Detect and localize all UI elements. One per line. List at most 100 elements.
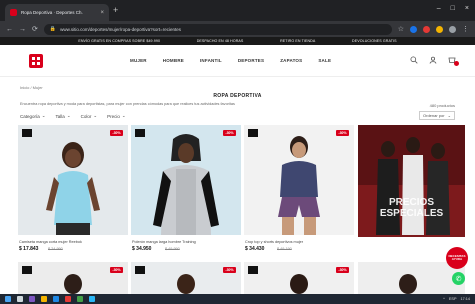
discount-badge: -30% bbox=[223, 130, 236, 136]
main-navigation: MUJER HOMBRE INFANTIL DEPORTES ZAPATOS S… bbox=[130, 58, 331, 63]
filter-color[interactable]: Color ⌄ bbox=[81, 113, 98, 119]
minimize-button[interactable]: – bbox=[437, 5, 441, 12]
chevron-down-icon: ⌄ bbox=[447, 113, 451, 118]
product-image[interactable]: -30% bbox=[18, 125, 128, 235]
discount-badge: -30% bbox=[223, 267, 236, 273]
product-card[interactable] bbox=[358, 262, 465, 294]
nav-item-mujer[interactable]: MUJER bbox=[130, 58, 147, 63]
discount-badge: -30% bbox=[110, 130, 123, 136]
sort-label: Ordenar por bbox=[423, 113, 445, 118]
brand-badge bbox=[22, 266, 32, 274]
category-description: Encuentra ropa deportiva y moda para dep… bbox=[20, 102, 235, 106]
brand-badge bbox=[248, 266, 258, 274]
windows-start-icon[interactable] bbox=[5, 296, 11, 302]
chevron-down-icon: ⌄ bbox=[93, 113, 98, 118]
language-indicator[interactable]: ESP bbox=[449, 297, 457, 301]
product-card[interactable]: -30% bbox=[131, 262, 241, 294]
browser-tab[interactable]: Ropa Deportiva · Deportes Ch. × bbox=[5, 4, 109, 21]
app-icon[interactable] bbox=[89, 296, 95, 302]
promo-line-2: ESPECIALES bbox=[379, 208, 444, 219]
promo-message[interactable]: RETIRO EN TIENDA bbox=[280, 39, 315, 43]
star-icon[interactable]: ☆ bbox=[398, 25, 404, 33]
product-photo bbox=[358, 262, 465, 294]
promo-message[interactable]: ENVÍO GRATIS EN COMPRAS SOBRE $49.990 bbox=[78, 39, 160, 43]
app-icon[interactable] bbox=[65, 296, 71, 302]
product-image[interactable]: -30% bbox=[131, 125, 241, 235]
folder-icon[interactable] bbox=[41, 296, 47, 302]
address-bar[interactable]: 🔒 www.sitio.com/deportes/mujer/ropa-depo… bbox=[43, 23, 392, 35]
promo-bar: ENVÍO GRATIS EN COMPRAS SOBRE $49.990 DE… bbox=[0, 37, 475, 45]
discount-badge: -30% bbox=[336, 267, 349, 273]
product-photo bbox=[244, 125, 354, 235]
nav-item-sale[interactable]: SALE bbox=[318, 58, 331, 63]
filter-label: Color bbox=[80, 113, 92, 119]
clock[interactable]: 17:14 bbox=[460, 297, 470, 301]
chevron-down-icon: ⌄ bbox=[121, 113, 126, 118]
filter-label: Precio bbox=[107, 113, 120, 119]
extension-icon[interactable] bbox=[410, 25, 417, 33]
product-photo bbox=[131, 125, 241, 235]
filter-talla[interactable]: Talla ⌄ bbox=[56, 113, 71, 119]
nav-item-hombre[interactable]: HOMBRE bbox=[163, 58, 184, 63]
url-text[interactable]: www.sitio.com/deportes/mujer/ropa-deport… bbox=[60, 27, 181, 32]
tab-title: Ropa Deportiva · Deportes Ch. bbox=[21, 10, 83, 15]
close-window-button[interactable]: × bbox=[465, 5, 469, 12]
nav-item-zapatos[interactable]: ZAPATOS bbox=[280, 58, 302, 63]
sort-select[interactable]: Ordenar por ⌄ bbox=[419, 111, 455, 120]
profile-avatar[interactable] bbox=[449, 25, 456, 33]
product-name[interactable]: Crop top y shorts deportivos mujer bbox=[245, 240, 353, 244]
discount-badge: -30% bbox=[110, 267, 123, 273]
chevron-up-icon[interactable]: ^ bbox=[443, 297, 445, 301]
os-taskbar: ^ ESP 17:14 bbox=[0, 294, 475, 304]
promo-line-1: PRECIOS bbox=[388, 197, 434, 208]
whatsapp-icon[interactable]: ✆ bbox=[452, 272, 465, 285]
extension-icon[interactable] bbox=[436, 25, 443, 33]
filter-label: Categoría bbox=[20, 113, 40, 119]
filter-precio[interactable]: Precio ⌄ bbox=[107, 113, 126, 119]
breadcrumb[interactable]: Inicio / Mujer bbox=[20, 85, 43, 90]
maximize-button[interactable]: □ bbox=[451, 5, 455, 12]
page-title: ROPA DEPORTIVA bbox=[213, 93, 262, 99]
product-image[interactable]: -30% bbox=[244, 125, 354, 235]
chevron-down-icon: ⌄ bbox=[41, 113, 46, 118]
promo-message[interactable]: DEVOLUCIONES GRATIS bbox=[352, 39, 397, 43]
product-card[interactable]: -30% bbox=[244, 262, 354, 294]
product-name[interactable]: Polerón manga larga hombre Training bbox=[132, 240, 240, 244]
brand-badge bbox=[22, 129, 32, 137]
reload-icon[interactable]: ⟳ bbox=[32, 25, 38, 33]
product-name[interactable]: Camiseta manga corta mujer Reebok bbox=[19, 240, 127, 244]
menu-dots-icon[interactable]: ⋮ bbox=[462, 25, 469, 33]
site-header: MUJER HOMBRE INFANTIL DEPORTES ZAPATOS S… bbox=[0, 45, 475, 77]
edge-icon[interactable] bbox=[53, 296, 59, 302]
taskview-icon[interactable] bbox=[29, 296, 35, 302]
back-arrow-icon[interactable]: ← bbox=[6, 26, 13, 33]
promo-text: PRECIOS ESPECIALES bbox=[358, 197, 465, 219]
product-price: $ 34.950 bbox=[132, 246, 152, 252]
user-icon[interactable] bbox=[428, 55, 438, 65]
chrome-icon[interactable] bbox=[77, 296, 83, 302]
product-price: $ 34.430 bbox=[245, 246, 265, 252]
system-tray: ^ ESP 17:14 bbox=[443, 297, 470, 301]
search-icon[interactable] bbox=[17, 296, 23, 302]
product-card[interactable]: -30% bbox=[18, 262, 128, 294]
promo-banner[interactable]: PRECIOS ESPECIALES bbox=[358, 125, 465, 237]
brand-logo[interactable] bbox=[28, 53, 44, 69]
promo-photo bbox=[358, 125, 465, 237]
filter-bar: Categoría ⌄ Talla ⌄ Color ⌄ Precio ⌄ bbox=[20, 113, 126, 119]
filter-categoria[interactable]: Categoría ⌄ bbox=[20, 113, 46, 119]
nav-item-deportes[interactable]: DEPORTES bbox=[238, 58, 264, 63]
product-old-price: $ 49.990 bbox=[165, 247, 180, 251]
browser-tab-strip: Ropa Deportiva · Deportes Ch. × + – □ × bbox=[0, 0, 475, 21]
nav-item-infantil[interactable]: INFANTIL bbox=[200, 58, 222, 63]
product-old-price: $ 49.190 bbox=[277, 247, 292, 251]
chevron-down-icon: ⌄ bbox=[66, 113, 71, 118]
promo-message[interactable]: DESPACHO EN 48 HORAS bbox=[197, 39, 244, 43]
product-price: $ 17.843 bbox=[19, 246, 39, 252]
tab-close-icon[interactable]: × bbox=[100, 10, 104, 16]
search-icon[interactable] bbox=[409, 55, 419, 65]
forward-arrow-icon[interactable]: → bbox=[19, 26, 26, 33]
help-chat-badge[interactable]: NECESITAS AYUDA bbox=[446, 247, 468, 269]
brand-badge bbox=[135, 129, 145, 137]
extension-icon[interactable] bbox=[423, 25, 430, 33]
new-tab-button[interactable]: + bbox=[113, 6, 118, 15]
